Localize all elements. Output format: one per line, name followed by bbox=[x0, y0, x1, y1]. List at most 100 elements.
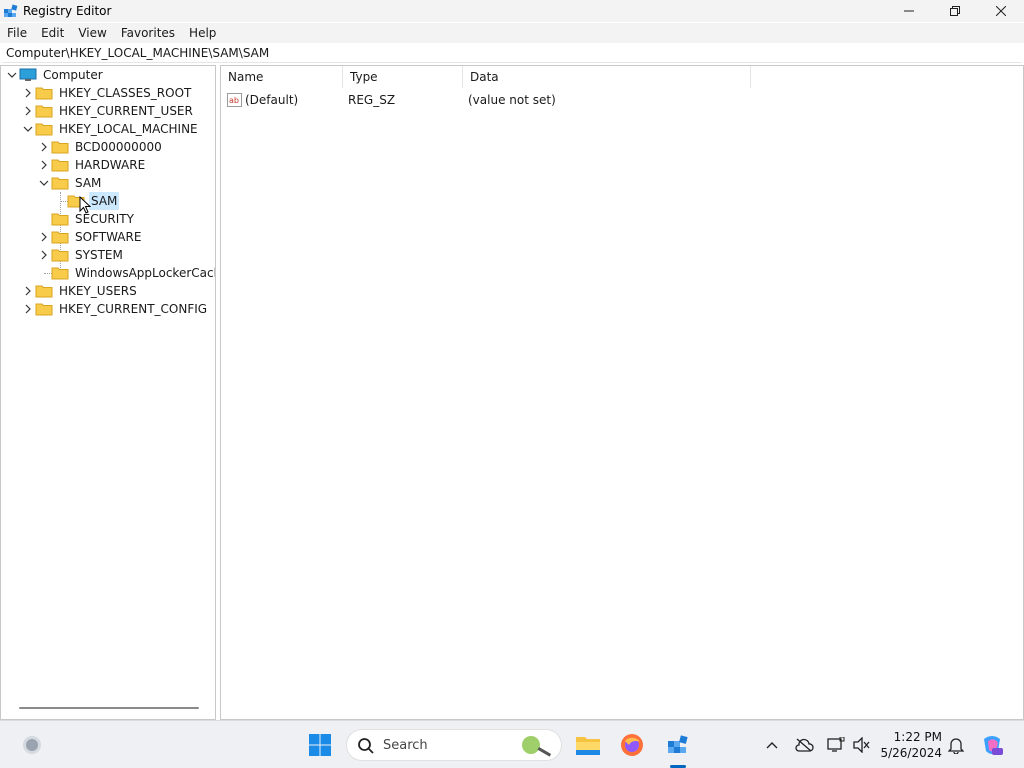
column-header-data[interactable]: Data bbox=[463, 66, 751, 88]
chevron-right-icon[interactable] bbox=[21, 84, 35, 102]
tree-label: Computer bbox=[43, 68, 103, 82]
values-list-pane[interactable]: Name Type Data ab (Default) REG_SZ (valu… bbox=[220, 65, 1024, 720]
tree-label: SAM bbox=[75, 176, 102, 190]
file-explorer-icon bbox=[576, 737, 600, 755]
computer-icon bbox=[19, 68, 37, 81]
onedrive-status[interactable] bbox=[788, 729, 820, 761]
chevron-right-icon[interactable] bbox=[37, 138, 51, 156]
table-row[interactable]: ab (Default) REG_SZ (value not set) bbox=[221, 90, 821, 110]
windows-logo-icon bbox=[309, 734, 331, 756]
taskbar-file-explorer[interactable] bbox=[572, 729, 604, 761]
firefox-icon bbox=[621, 734, 643, 756]
menu-file[interactable]: File bbox=[0, 23, 34, 43]
menu-bar: File Edit View Favorites Help bbox=[0, 23, 1024, 43]
value-name: (Default) bbox=[245, 93, 299, 107]
column-header-name[interactable]: Name bbox=[221, 66, 343, 88]
chevron-right-icon[interactable] bbox=[37, 156, 51, 174]
tree-label: SAM bbox=[89, 192, 120, 210]
folder-icon bbox=[51, 213, 69, 226]
folder-icon bbox=[35, 285, 53, 298]
tree-item-sam[interactable]: SAM bbox=[37, 174, 103, 192]
tree-item-hardware[interactable]: HARDWARE bbox=[37, 156, 147, 174]
folder-icon bbox=[35, 87, 53, 100]
address-bar[interactable]: Computer\HKEY_LOCAL_MACHINE\SAM\SAM bbox=[2, 44, 1022, 63]
tree-item-hkey-users[interactable]: HKEY_USERS bbox=[21, 282, 139, 300]
chevron-down-icon[interactable] bbox=[37, 174, 51, 192]
registry-editor-icon bbox=[4, 4, 18, 17]
chevron-right-icon[interactable] bbox=[37, 246, 51, 264]
minimize-icon bbox=[904, 10, 914, 12]
string-value-icon: ab bbox=[227, 93, 242, 107]
clock-time: 1:22 PM bbox=[893, 730, 942, 744]
restore-button[interactable] bbox=[932, 0, 978, 22]
folder-icon bbox=[35, 303, 53, 316]
value-type: REG_SZ bbox=[348, 93, 396, 107]
tree-label: HKEY_CURRENT_CONFIG bbox=[59, 302, 208, 316]
volume-status[interactable] bbox=[846, 729, 878, 761]
tree-label: HKEY_LOCAL_MACHINE bbox=[59, 122, 198, 136]
widgets-button[interactable] bbox=[16, 729, 48, 761]
taskbar-registry-editor[interactable] bbox=[662, 729, 694, 761]
tree-item-windows-applocker-cache[interactable]: WindowsAppLockerCache bbox=[51, 264, 215, 282]
system-clock[interactable]: 1:22 PM 5/26/2024 bbox=[878, 729, 942, 761]
search-highlight-icon bbox=[522, 736, 552, 757]
folder-icon bbox=[35, 123, 53, 136]
search-icon bbox=[358, 738, 374, 754]
minimize-button[interactable] bbox=[886, 0, 932, 22]
mouse-cursor-icon bbox=[79, 196, 91, 214]
show-hidden-icons-button[interactable] bbox=[756, 729, 788, 761]
registry-editor-window: Registry Editor File Edit View Favorites… bbox=[0, 0, 1024, 720]
folder-icon bbox=[51, 249, 69, 262]
column-header-type[interactable]: Type bbox=[343, 66, 463, 88]
chevron-right-icon[interactable] bbox=[21, 282, 35, 300]
clock-date: 5/26/2024 bbox=[880, 746, 942, 760]
chevron-right-icon[interactable] bbox=[37, 228, 51, 246]
folder-icon bbox=[51, 267, 69, 280]
svg-text:ab: ab bbox=[229, 96, 239, 105]
folder-icon bbox=[51, 177, 69, 190]
tree-label: HKEY_USERS bbox=[59, 284, 137, 298]
registry-editor-icon bbox=[668, 735, 688, 753]
tree-label: SOFTWARE bbox=[75, 230, 142, 244]
close-button[interactable] bbox=[978, 0, 1024, 22]
horizontal-scrollbar[interactable] bbox=[19, 707, 199, 709]
taskbar-firefox[interactable] bbox=[616, 729, 648, 761]
chevron-down-icon[interactable] bbox=[21, 120, 35, 138]
folder-icon bbox=[35, 105, 53, 118]
taskbar-search[interactable]: Search bbox=[346, 729, 562, 761]
tree-item-system[interactable]: SYSTEM bbox=[37, 246, 125, 264]
tree-item-computer[interactable]: Computer bbox=[5, 66, 105, 84]
chevron-right-icon[interactable] bbox=[21, 102, 35, 120]
tree-item-hkey-current-user[interactable]: HKEY_CURRENT_USER bbox=[21, 102, 195, 120]
chevron-right-icon[interactable] bbox=[21, 300, 35, 318]
menu-favorites[interactable]: Favorites bbox=[114, 23, 182, 43]
tree-item-sam-child[interactable]: SAM bbox=[67, 192, 120, 210]
menu-view[interactable]: View bbox=[71, 23, 113, 43]
notifications-button[interactable] bbox=[940, 729, 972, 761]
tree-label: HKEY_CLASSES_ROOT bbox=[59, 86, 192, 100]
menu-edit[interactable]: Edit bbox=[34, 23, 71, 43]
copilot-button[interactable] bbox=[976, 729, 1008, 761]
chevron-up-icon bbox=[766, 742, 778, 749]
chevron-down-icon[interactable] bbox=[5, 66, 19, 84]
folder-icon bbox=[51, 141, 69, 154]
tree-item-hkey-classes-root[interactable]: HKEY_CLASSES_ROOT bbox=[21, 84, 193, 102]
tree-item-software[interactable]: SOFTWARE bbox=[37, 228, 143, 246]
key-tree-pane[interactable]: Computer HKEY_CLASSES_ROOT HKEY_CURRENT_… bbox=[0, 65, 216, 720]
tree-item-hkey-local-machine[interactable]: HKEY_LOCAL_MACHINE bbox=[21, 120, 200, 138]
tree-item-security[interactable]: SECURITY bbox=[51, 210, 136, 228]
title-bar: Registry Editor bbox=[0, 0, 1024, 22]
start-button[interactable] bbox=[304, 729, 336, 761]
window-controls bbox=[886, 0, 1024, 22]
bell-icon bbox=[948, 738, 964, 754]
tree-label: SYSTEM bbox=[75, 248, 123, 262]
taskbar: Search 1:22 PM 5/26/2024 bbox=[0, 720, 1024, 768]
copilot-icon bbox=[984, 736, 1003, 755]
tree-item-bcd[interactable]: BCD00000000 bbox=[37, 138, 164, 156]
folder-icon bbox=[51, 159, 69, 172]
folder-icon bbox=[51, 231, 69, 244]
tree-item-hkey-current-config[interactable]: HKEY_CURRENT_CONFIG bbox=[21, 300, 209, 318]
tree-label: HARDWARE bbox=[75, 158, 146, 172]
menu-help[interactable]: Help bbox=[182, 23, 223, 43]
weather-icon bbox=[23, 736, 41, 754]
